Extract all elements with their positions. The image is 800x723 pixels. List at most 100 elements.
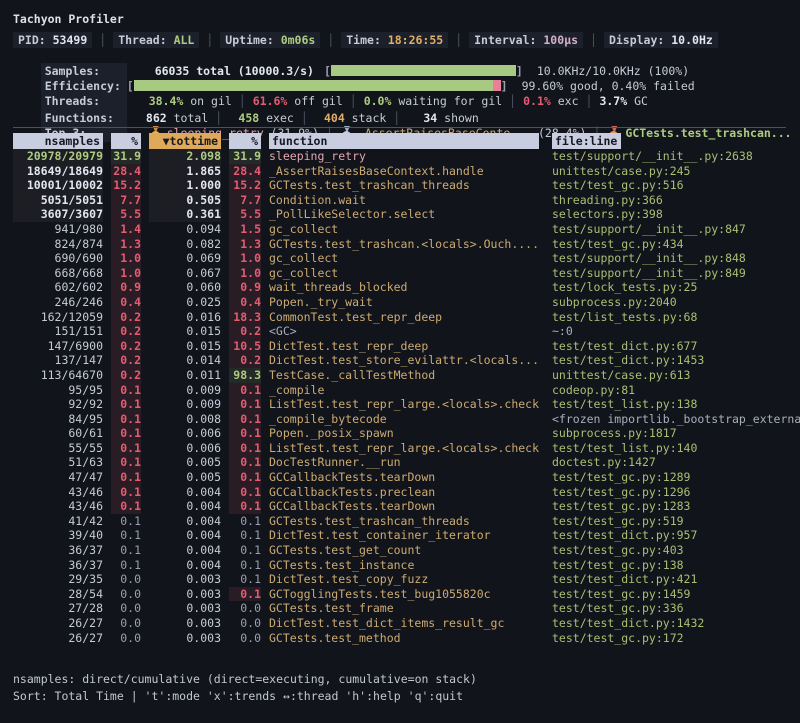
- cell-pct-direct: 1.3: [111, 237, 141, 252]
- table-row[interactable]: 137/1470.20.0140.2DictTest.test_store_ev…: [0, 353, 800, 368]
- field-separator: │: [327, 33, 334, 47]
- profiler-screen: Tachyon Profiler PID: 53499│Thread: ALL│…: [0, 0, 800, 723]
- table-row[interactable]: 60/610.10.0060.1Popen._posix_spawnsubpro…: [0, 426, 800, 441]
- cell-nsamples: 95/95: [13, 383, 103, 398]
- cell-tottime: 0.082: [149, 237, 221, 252]
- table-row[interactable]: 5051/50517.70.5057.7Condition.waitthread…: [0, 193, 800, 208]
- table-row[interactable]: 113/646700.20.01198.3TestCase._callTestM…: [0, 368, 800, 383]
- cell-nsamples: 41/42: [13, 514, 103, 529]
- table-row[interactable]: 39/400.10.0040.1DictTest.test_container_…: [0, 528, 800, 543]
- cell-pct-direct: 0.2: [111, 324, 141, 339]
- cell-tottime: 0.004: [149, 499, 221, 514]
- cell-file-line: test/test_gc.py:138: [547, 558, 800, 573]
- cell-tottime: 0.016: [149, 310, 221, 325]
- table-row[interactable]: 246/2460.40.0250.4Popen._try_waitsubproc…: [0, 295, 800, 310]
- cell-nsamples: 10001/10002: [13, 178, 103, 193]
- table-row[interactable]: 55/550.10.0060.1ListTest.test_repr_large…: [0, 441, 800, 456]
- cell-pct-cumulative: 0.1: [229, 397, 261, 412]
- table-row[interactable]: 3607/36075.50.3615.5_PollLikeSelector.se…: [0, 207, 800, 222]
- column-header-pct-cumulative[interactable]: %: [229, 133, 261, 149]
- table-row[interactable]: 84/950.10.0080.1_compile_bytecode<frozen…: [0, 412, 800, 427]
- table-row[interactable]: 147/69000.20.01510.5DictTest.test_repr_d…: [0, 339, 800, 354]
- table-row[interactable]: 824/8741.30.0821.3GCTests.test_trashcan.…: [0, 237, 800, 252]
- cell-file-line: doctest.py:1427: [547, 455, 800, 470]
- table-row[interactable]: 668/6681.00.0671.0gc_collecttest/support…: [0, 266, 800, 281]
- cell-file-line: test/support/__init__.py:849: [547, 266, 800, 281]
- table-row[interactable]: 690/6901.00.0691.0gc_collecttest/support…: [0, 251, 800, 266]
- table-row[interactable]: 36/370.10.0040.1GCTests.test_instancetes…: [0, 558, 800, 573]
- cell-pct-direct: 0.0: [111, 601, 141, 616]
- cell-file-line: selectors.py:398: [547, 207, 800, 222]
- cell-tottime: 0.014: [149, 353, 221, 368]
- cell-tottime: 0.025: [149, 295, 221, 310]
- table-row[interactable]: 41/420.10.0040.1GCTests.test_trashcan_th…: [0, 514, 800, 529]
- cell-pct-cumulative: 0.0: [229, 601, 261, 616]
- cell-pct-cumulative: 0.1: [229, 485, 261, 500]
- cell-pct-cumulative: 31.9: [229, 149, 261, 164]
- cell-pct-direct: 0.1: [111, 412, 141, 427]
- table-row[interactable]: 29/350.00.0030.1DictTest.test_copy_fuzzt…: [0, 572, 800, 587]
- field-label: Uptime:: [225, 33, 280, 47]
- cell-pct-cumulative: 1.5: [229, 222, 261, 237]
- cell-nsamples: 43/46: [13, 485, 103, 500]
- cell-tottime: 0.003: [149, 587, 221, 602]
- cell-pct-cumulative: 0.1: [229, 499, 261, 514]
- column-header-nsamples[interactable]: nsamples: [13, 133, 103, 149]
- table-row[interactable]: 162/120590.20.01618.3CommonTest.test_rep…: [0, 310, 800, 325]
- cell-pct-cumulative: 0.0: [229, 616, 261, 631]
- cell-tottime: 1.865: [149, 164, 221, 179]
- column-header-pct-direct[interactable]: %: [111, 133, 141, 149]
- table-row[interactable]: 10001/1000215.21.00015.2GCTests.test_tra…: [0, 178, 800, 193]
- cell-file-line: ~:0: [547, 324, 800, 339]
- table-row[interactable]: 151/1510.20.0150.2<GC>~:0: [0, 324, 800, 339]
- cell-pct-direct: 0.2: [111, 310, 141, 325]
- table-row[interactable]: 602/6020.90.0600.9wait_threads_blockedte…: [0, 280, 800, 295]
- table-row[interactable]: 28/540.00.0030.1GCTogglingTests.test_bug…: [0, 587, 800, 602]
- footer-note: nsamples: direct/cumulative (direct=exec…: [13, 672, 792, 687]
- table-row[interactable]: 18649/1864928.41.86528.4_AssertRaisesBas…: [0, 164, 800, 179]
- cell-pct-cumulative: 0.2: [229, 324, 261, 339]
- cell-file-line: test/test_gc.py:519: [547, 514, 800, 529]
- table-row[interactable]: 26/270.00.0030.0GCTests.test_methodtest/…: [0, 631, 800, 646]
- cell-file-line: test/test_dict.py:677: [547, 339, 800, 354]
- cell-pct-cumulative: 0.1: [229, 514, 261, 529]
- cell-pct-cumulative: 15.2: [229, 178, 261, 193]
- table-row[interactable]: 26/270.00.0030.0DictTest.test_dict_items…: [0, 616, 800, 631]
- cell-pct-cumulative: 0.2: [229, 353, 261, 368]
- cell-tottime: 0.505: [149, 193, 221, 208]
- table-row[interactable]: 43/460.10.0040.1GCCallbackTests.tearDown…: [0, 499, 800, 514]
- cell-file-line: test/test_gc.py:336: [547, 601, 800, 616]
- cell-pct-cumulative: 0.9: [229, 280, 261, 295]
- cell-pct-direct: 0.2: [111, 368, 141, 383]
- cell-pct-cumulative: 0.0: [229, 631, 261, 646]
- cell-file-line: test/test_gc.py:403: [547, 543, 800, 558]
- table-row[interactable]: 92/920.10.0090.1ListTest.test_repr_large…: [0, 397, 800, 412]
- field-label: Time:: [346, 33, 388, 47]
- cell-file-line: test/lock_tests.py:25: [547, 280, 800, 295]
- functions-row: Functions:862 total│458 exec│404 stack│3…: [13, 95, 792, 110]
- table-row[interactable]: 27/280.00.0030.0GCTests.test_frametest/t…: [0, 601, 800, 616]
- table-row[interactable]: 36/370.10.0040.1GCTests.test_get_countte…: [0, 543, 800, 558]
- cell-function: DictTest.test_repr_deep: [269, 339, 539, 354]
- table-row[interactable]: 47/470.10.0050.1GCCallbackTests.tearDown…: [0, 470, 800, 485]
- cell-file-line: test/test_dict.py:1432: [547, 616, 800, 631]
- column-header-function[interactable]: function: [269, 133, 539, 149]
- column-header-file-line[interactable]: file:line: [547, 133, 800, 149]
- cell-nsamples: 18649/18649: [13, 164, 103, 179]
- cell-tottime: 0.060: [149, 280, 221, 295]
- cell-pct-cumulative: 0.1: [229, 528, 261, 543]
- cell-function: TestCase._callTestMethod: [269, 368, 539, 383]
- column-header-tottime-sorted[interactable]: ▼tottime: [149, 133, 221, 149]
- cell-tottime: 0.003: [149, 572, 221, 587]
- table-row[interactable]: 51/630.10.0050.1DocTestRunner.__rundocte…: [0, 455, 800, 470]
- table-row[interactable]: 95/950.10.0090.1_compilecodeop.py:81: [0, 383, 800, 398]
- cell-file-line: test/test_dict.py:1453: [547, 353, 800, 368]
- cell-pct-direct: 0.4: [111, 295, 141, 310]
- table-row[interactable]: 20978/2097931.92.09831.9sleeping_retryte…: [0, 149, 800, 164]
- cell-file-line: unittest/case.py:613: [547, 368, 800, 383]
- table-row[interactable]: 941/9801.40.0941.5gc_collecttest/support…: [0, 222, 800, 237]
- table-row[interactable]: 43/460.10.0040.1GCCallbackTests.preclean…: [0, 485, 800, 500]
- cell-function: Condition.wait: [269, 193, 539, 208]
- cell-pct-direct: 0.0: [111, 572, 141, 587]
- cell-nsamples: 51/63: [13, 455, 103, 470]
